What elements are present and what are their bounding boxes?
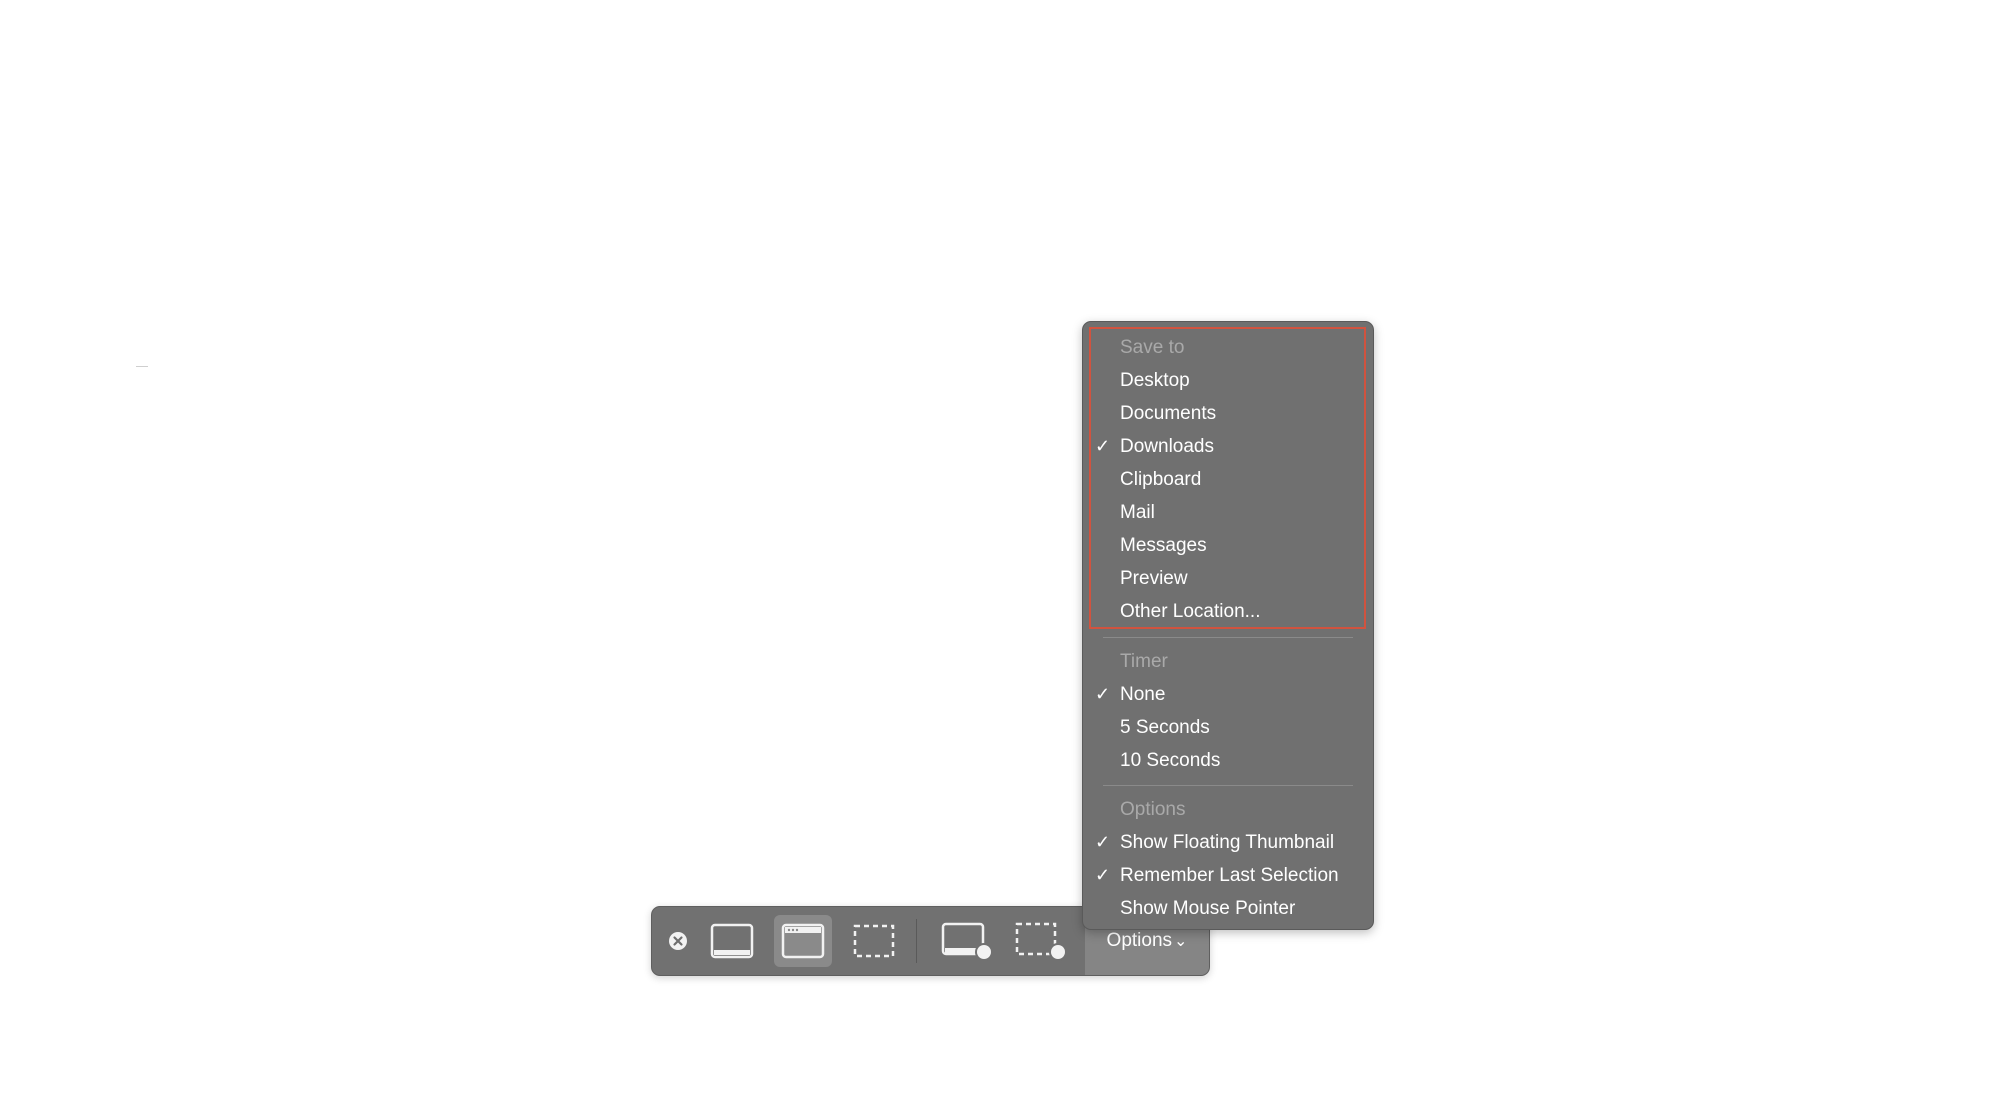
options-label: Options: [1106, 930, 1173, 951]
menu-item-label: Messages: [1120, 535, 1207, 556]
toolbar-divider: [916, 919, 917, 963]
menu-item-label: Clipboard: [1120, 469, 1202, 490]
menu-item-label: None: [1120, 684, 1166, 705]
capture-selected-window-button[interactable]: [774, 915, 832, 967]
close-button[interactable]: [667, 930, 689, 952]
capture-selected-window-icon: [781, 923, 825, 959]
menu-item-desktop[interactable]: Desktop: [1082, 364, 1374, 397]
menu-separator: [1103, 785, 1353, 786]
menu-item-label: Other Location...: [1120, 601, 1261, 622]
menu-item-label: Mail: [1120, 502, 1155, 523]
menu-item-mail[interactable]: Mail: [1082, 496, 1374, 529]
menu-item-label: Show Mouse Pointer: [1120, 898, 1296, 919]
menu-item-remember-last-selection[interactable]: ✓ Remember Last Selection: [1082, 859, 1374, 892]
menu-item-show-mouse-pointer[interactable]: Show Mouse Pointer: [1082, 892, 1374, 925]
menu-item-downloads[interactable]: ✓ Downloads: [1082, 430, 1374, 463]
chevron-down-icon: ⌄: [1174, 933, 1188, 950]
menu-item-label: Show Floating Thumbnail: [1120, 832, 1335, 853]
menu-item-label: Preview: [1120, 568, 1188, 589]
record-selected-portion-icon: [1015, 922, 1067, 961]
menu-item-timer-10-seconds[interactable]: 10 Seconds: [1082, 744, 1374, 777]
menu-header-timer: Timer: [1120, 651, 1168, 672]
menu-item-documents[interactable]: Documents: [1082, 397, 1374, 430]
menu-item-clipboard[interactable]: Clipboard: [1082, 463, 1374, 496]
capture-selected-portion-button[interactable]: [845, 915, 903, 967]
menu-item-label: Downloads: [1120, 436, 1214, 457]
capture-entire-screen-button[interactable]: [703, 915, 761, 967]
menu-item-timer-none[interactable]: ✓ None: [1082, 678, 1374, 711]
menu-item-label: Documents: [1120, 403, 1217, 424]
menu-header-options: Options: [1120, 799, 1186, 820]
menu-item-label: 10 Seconds: [1120, 750, 1221, 771]
menu-item-label: 5 Seconds: [1120, 717, 1210, 738]
record-entire-screen-icon: [941, 922, 993, 961]
checkmark-icon: ✓: [1095, 832, 1111, 852]
stray-mark: [136, 366, 148, 367]
close-icon: [669, 932, 687, 950]
capture-selected-portion-icon: [853, 924, 895, 958]
menu-item-messages[interactable]: Messages: [1082, 529, 1374, 562]
menu-item-label: Desktop: [1120, 370, 1190, 391]
record-selected-portion-button[interactable]: [1009, 915, 1075, 967]
menu-separator: [1103, 637, 1353, 638]
menu-item-other-location[interactable]: Other Location...: [1082, 595, 1374, 628]
record-entire-screen-button[interactable]: [935, 915, 1001, 967]
checkmark-icon: ✓: [1095, 436, 1111, 456]
menu-item-label: Remember Last Selection: [1120, 865, 1339, 886]
menu-header-save-to: Save to: [1120, 337, 1185, 358]
checkmark-icon: ✓: [1095, 865, 1111, 885]
menu-item-show-floating-thumbnail[interactable]: ✓ Show Floating Thumbnail: [1082, 826, 1374, 859]
checkmark-icon: ✓: [1095, 684, 1111, 704]
menu-item-timer-5-seconds[interactable]: 5 Seconds: [1082, 711, 1374, 744]
capture-entire-screen-icon: [710, 923, 754, 959]
menu-item-preview[interactable]: Preview: [1082, 562, 1374, 595]
